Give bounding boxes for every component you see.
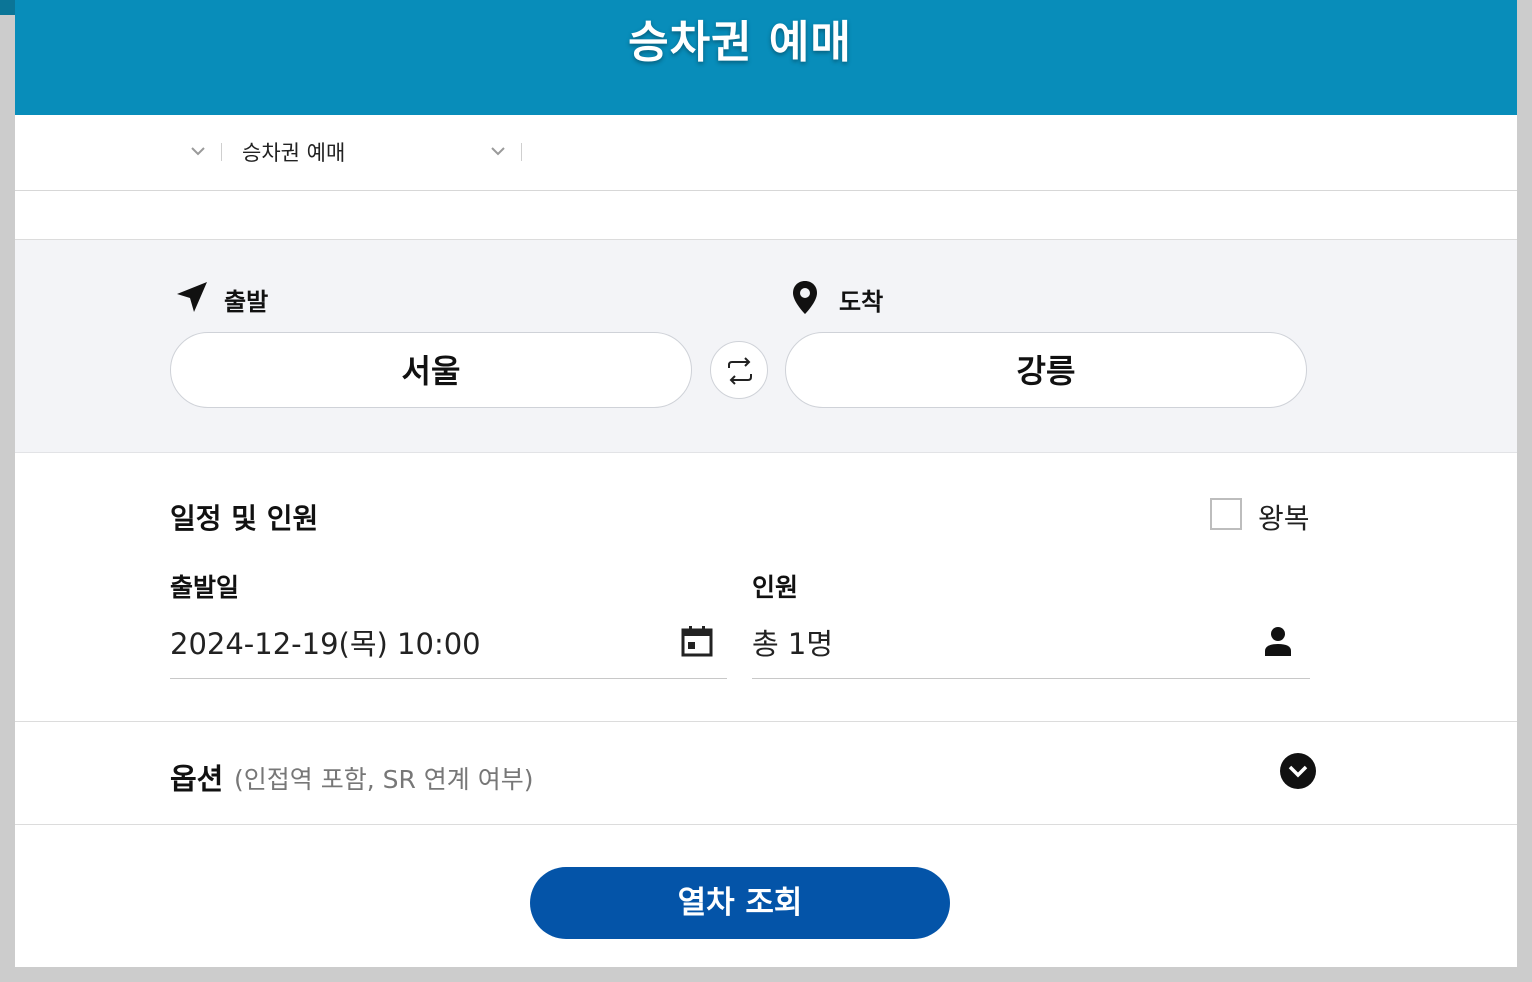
departure-label: 출발 xyxy=(224,288,269,316)
passengers-label: 인원 xyxy=(752,573,799,602)
arrival-station-button[interactable]: 강릉 xyxy=(785,332,1307,408)
section-divider xyxy=(15,721,1517,722)
roundtrip-checkbox[interactable] xyxy=(1210,498,1242,530)
page-title: 승차권 예매 xyxy=(628,17,852,68)
page-header: 승차권 예매 xyxy=(15,0,1517,115)
breadcrumb: 승차권 예매 xyxy=(15,115,1517,191)
chevron-down-circle-icon[interactable] xyxy=(1279,752,1317,790)
arrival-label: 도착 xyxy=(839,288,884,316)
passengers-field[interactable]: 총 1명 xyxy=(752,621,833,663)
breadcrumb-current[interactable]: 승차권 예매 xyxy=(242,137,345,167)
page-frame: 승차권 예매 승차권 예매 출발 도착 서울 강릉 일정 및 인원 왕복 출발일… xyxy=(15,0,1517,967)
breadcrumb-separator xyxy=(521,143,522,161)
departure-date-field[interactable]: 2024-12-19(목) 10:00 xyxy=(170,621,481,663)
chevron-down-icon[interactable] xyxy=(189,142,207,160)
chevron-down-icon[interactable] xyxy=(489,142,507,160)
spacer-bar xyxy=(15,191,1517,240)
calendar-icon[interactable] xyxy=(681,625,713,657)
swap-arrows-icon xyxy=(728,357,752,385)
options-title[interactable]: 옵션 xyxy=(170,756,223,798)
navigation-arrow-icon xyxy=(177,282,207,312)
departure-date-label: 출발일 xyxy=(170,573,240,602)
location-pin-icon xyxy=(793,281,817,314)
swap-stations-button[interactable] xyxy=(710,341,768,399)
roundtrip-label[interactable]: 왕복 xyxy=(1258,497,1310,537)
options-subtitle: (인접역 포함, SR 연계 여부) xyxy=(234,765,534,794)
schedule-title: 일정 및 인원 xyxy=(170,502,319,535)
search-trains-button[interactable]: 열차 조회 xyxy=(530,867,950,939)
station-section: 출발 도착 서울 강릉 xyxy=(15,240,1517,453)
section-divider xyxy=(15,824,1517,825)
date-field-underline xyxy=(170,678,727,679)
departure-station-button[interactable]: 서울 xyxy=(170,332,692,408)
passengers-field-underline xyxy=(752,678,1310,679)
person-icon[interactable] xyxy=(1263,625,1293,657)
arrival-heading: 도착 xyxy=(793,281,884,317)
breadcrumb-separator xyxy=(221,143,222,161)
departure-heading: 출발 xyxy=(177,282,269,317)
